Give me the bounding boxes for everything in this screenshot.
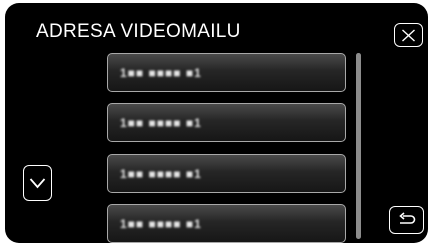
back-button[interactable] xyxy=(389,206,424,234)
page-title: ADRESA VIDEOMAILU xyxy=(36,21,241,42)
return-arrow-icon xyxy=(396,212,417,228)
list-item[interactable]: 1■■ ■■■■ ■1 xyxy=(107,154,346,193)
address-value: 1■■ ■■■■ ■1 xyxy=(120,115,202,130)
screen: ADRESA VIDEOMAILU 1■■ ■■■■ ■1 1■■ ■■■■ ■… xyxy=(5,3,428,243)
scrollbar-thumb[interactable] xyxy=(356,53,361,239)
close-button[interactable] xyxy=(394,23,423,47)
address-value: 1■■ ■■■■ ■1 xyxy=(120,166,202,181)
address-value: 1■■ ■■■■ ■1 xyxy=(120,65,202,80)
list-item[interactable]: 1■■ ■■■■ ■1 xyxy=(107,53,346,92)
list-item[interactable]: 1■■ ■■■■ ■1 xyxy=(107,103,346,142)
close-icon xyxy=(401,28,416,42)
scrollbar[interactable] xyxy=(356,53,361,239)
list-item[interactable]: 1■■ ■■■■ ■1 xyxy=(107,204,346,243)
scroll-down-button[interactable] xyxy=(23,165,52,201)
chevron-down-icon xyxy=(29,177,46,189)
address-value: 1■■ ■■■■ ■1 xyxy=(120,216,202,231)
